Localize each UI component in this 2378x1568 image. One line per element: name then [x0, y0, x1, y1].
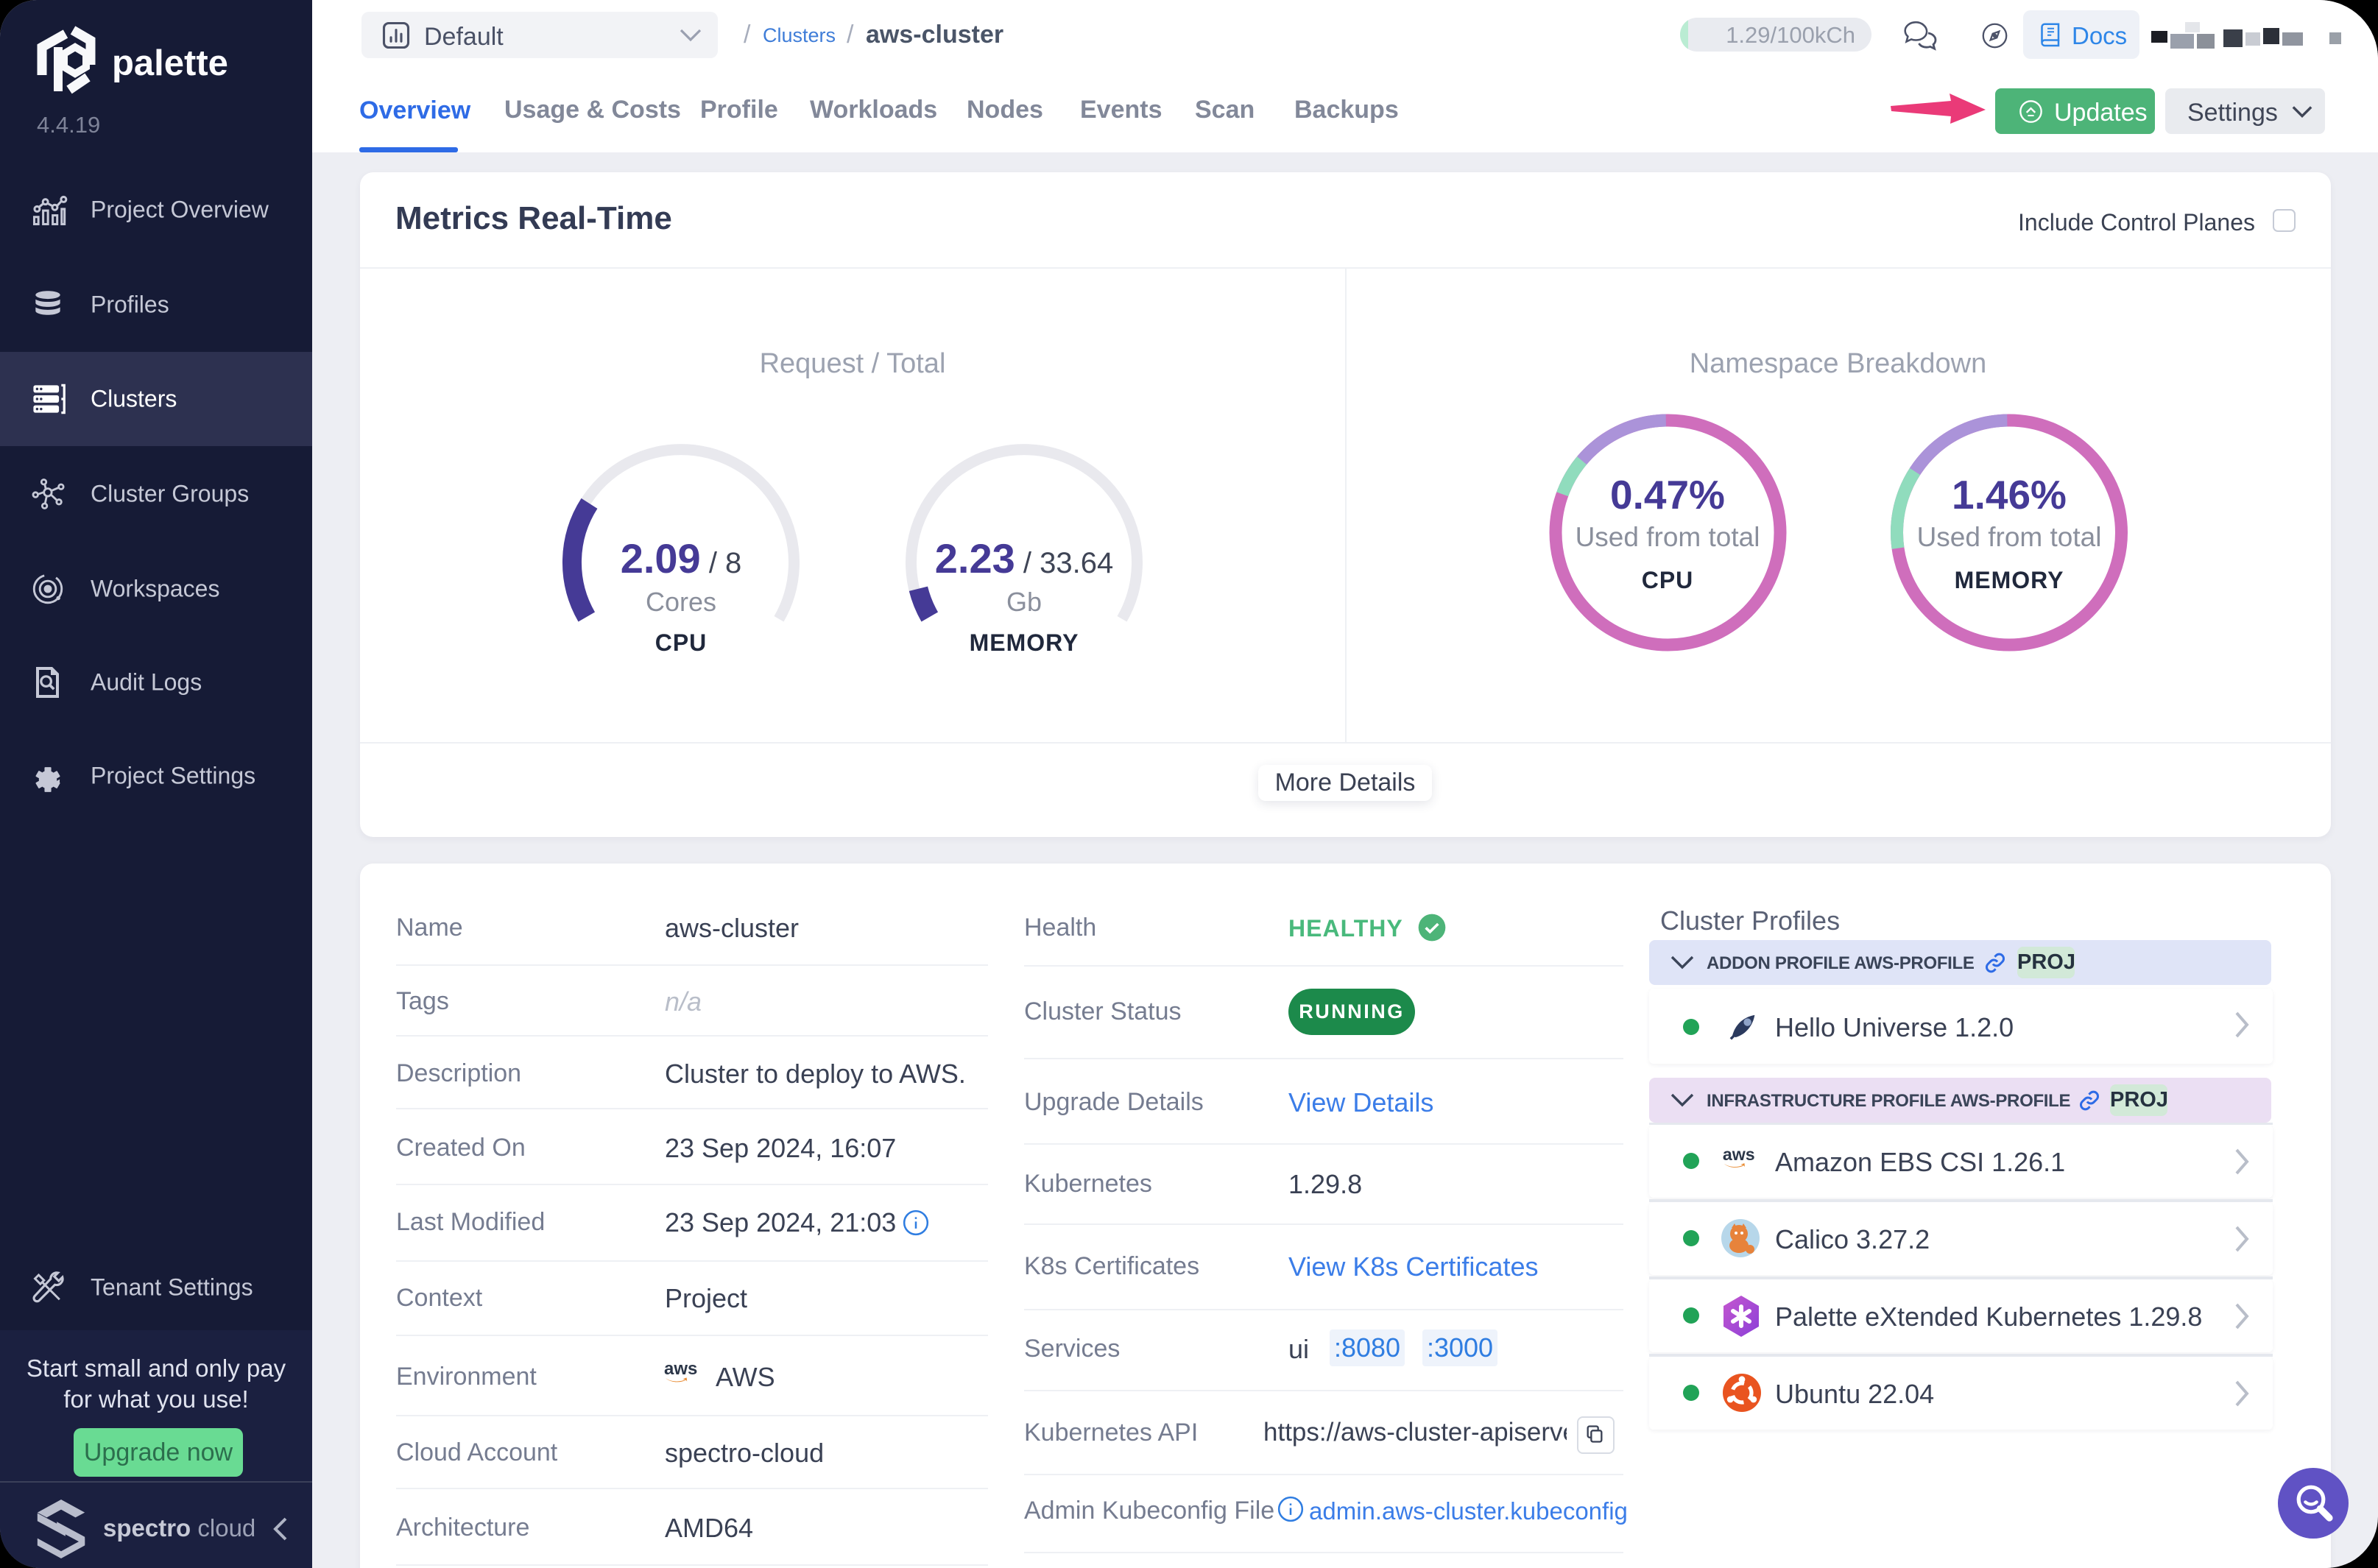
svg-text:aws: aws — [1723, 1145, 1755, 1164]
svg-text:aws: aws — [664, 1359, 697, 1379]
